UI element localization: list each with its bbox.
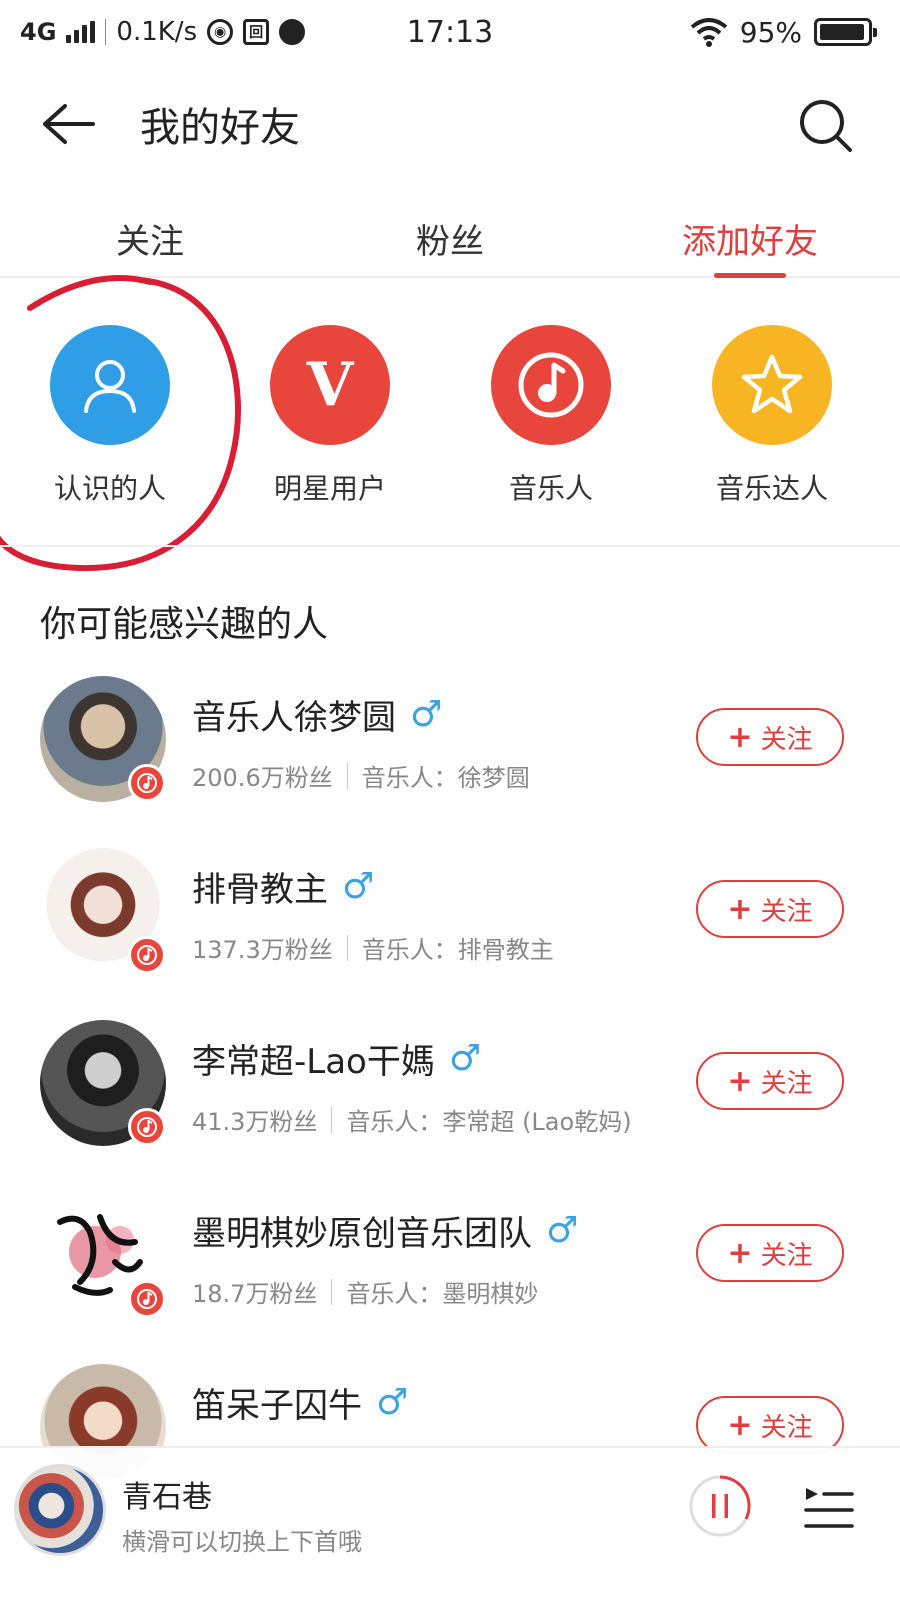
male-icon: ♂ (410, 694, 443, 735)
musician-badge-icon (128, 764, 166, 802)
user-name: 排骨教主 (192, 870, 328, 910)
follow-button[interactable]: + 关注 (696, 708, 844, 766)
plus-icon: + (727, 891, 753, 927)
arrow-left-icon (43, 104, 95, 144)
search-button[interactable] (796, 96, 856, 156)
search-icon (800, 100, 852, 152)
fan-count: 41.3万粉丝 (192, 1108, 318, 1136)
clock: 17:13 (406, 14, 494, 50)
tab-add-friends[interactable]: 添加好友 (600, 196, 900, 276)
fan-count: 18.7万粉丝 (192, 1280, 318, 1308)
music-note-icon (491, 325, 611, 445)
plus-icon: + (727, 719, 753, 755)
section-title: 你可能感兴趣的人 (40, 604, 329, 645)
category-label: 音乐达人 (715, 472, 828, 505)
user-name: 李常超-Lao干媽 (192, 1042, 435, 1082)
v-icon: V (270, 325, 390, 445)
category-label: 认识的人 (53, 472, 166, 505)
user-description: 音乐人：墨明棋妙 (346, 1280, 539, 1308)
male-icon: ♂ (448, 1038, 482, 1079)
tab-fans[interactable]: 粉丝 (300, 196, 600, 276)
planet-icon (279, 19, 306, 45)
wifi-icon (690, 18, 728, 47)
signal-icon (66, 21, 96, 43)
follow-button[interactable]: + 关注 (696, 1052, 844, 1110)
pause-icon (689, 1475, 751, 1537)
musician-badge-icon (128, 1108, 166, 1146)
suggested-users-list: 音乐人徐梦圆 ♂ 200.6万粉丝 音乐人：徐梦圆 + 关注 排骨教主 ♂ 13… (0, 672, 900, 1532)
user-name: 墨明棋妙原创音乐团队 (192, 1214, 532, 1254)
user-name: 音乐人徐梦圆 (192, 698, 396, 738)
musician-badge-icon (128, 936, 166, 974)
category-label: 音乐人 (508, 472, 593, 505)
back-button[interactable] (38, 94, 98, 154)
network-type: 4G (20, 18, 57, 46)
user-name: 笛呆子囚牛 (192, 1386, 362, 1426)
battery-percent: 95% (739, 15, 802, 49)
star-icon (712, 325, 832, 445)
player-hint: 横滑可以切换上下首哦 (122, 1528, 362, 1556)
friend-categories: 认识的人 V 明星用户 音乐人 音乐达人 (0, 325, 900, 525)
plus-icon: + (727, 1063, 753, 1099)
page-title: 我的好友 (140, 105, 300, 151)
tab-following[interactable]: 关注 (0, 196, 300, 276)
category-celebrities[interactable]: V 明星用户 (240, 325, 420, 507)
album-cover[interactable] (14, 1464, 106, 1556)
status-bar: 4G 0.1K/s ◉ 回 17:13 95% (0, 0, 900, 64)
list-item[interactable]: 排骨教主 ♂ 137.3万粉丝 音乐人：排骨教主 + 关注 (0, 844, 900, 1016)
network-speed: 0.1K/s (116, 17, 198, 47)
user-description: 音乐人：李常超 (Lao乾妈) (346, 1108, 632, 1136)
playlist-icon (804, 1488, 854, 1528)
follow-button[interactable]: + 关注 (696, 880, 844, 938)
fan-count: 137.3万粉丝 (192, 936, 333, 964)
plus-icon: + (727, 1235, 753, 1271)
section-divider (0, 545, 900, 547)
male-icon: ♂ (342, 866, 375, 907)
user-description: 音乐人：徐梦圆 (361, 764, 530, 792)
song-title: 青石巷 (122, 1480, 212, 1515)
weibo-icon: ◉ (207, 19, 234, 45)
category-musicians[interactable]: 音乐人 (461, 325, 641, 507)
tab-bar: 关注 粉丝 添加好友 (0, 196, 900, 278)
user-description: 音乐人：排骨教主 (361, 936, 554, 964)
male-icon: ♂ (546, 1210, 579, 1251)
musician-badge-icon (128, 1280, 166, 1318)
person-icon (50, 325, 170, 445)
app-header: 我的好友 (0, 64, 900, 184)
battery-icon (814, 18, 877, 46)
mini-player[interactable]: 青石巷 横滑可以切换上下首哦 (0, 1446, 900, 1600)
follow-button[interactable]: + 关注 (696, 1224, 844, 1282)
pause-button[interactable] (688, 1474, 752, 1538)
category-acquaintances[interactable]: 认识的人 (20, 325, 200, 507)
category-label: 明星用户 (273, 472, 386, 505)
male-icon: ♂ (376, 1382, 409, 1423)
app-notification-icon: 回 (243, 19, 270, 45)
list-item[interactable]: 李常超-Lao干媽 ♂ 41.3万粉丝 音乐人：李常超 (Lao乾妈) + 关注 (0, 1016, 900, 1188)
category-music-experts[interactable]: 音乐达人 (682, 325, 862, 507)
list-item[interactable]: 音乐人徐梦圆 ♂ 200.6万粉丝 音乐人：徐梦圆 + 关注 (0, 672, 900, 844)
plus-icon: + (727, 1407, 753, 1443)
list-item[interactable]: 墨明棋妙原创音乐团队 ♂ 18.7万粉丝 音乐人：墨明棋妙 + 关注 (0, 1188, 900, 1360)
playlist-button[interactable] (802, 1484, 854, 1532)
fan-count: 200.6万粉丝 (192, 764, 333, 792)
